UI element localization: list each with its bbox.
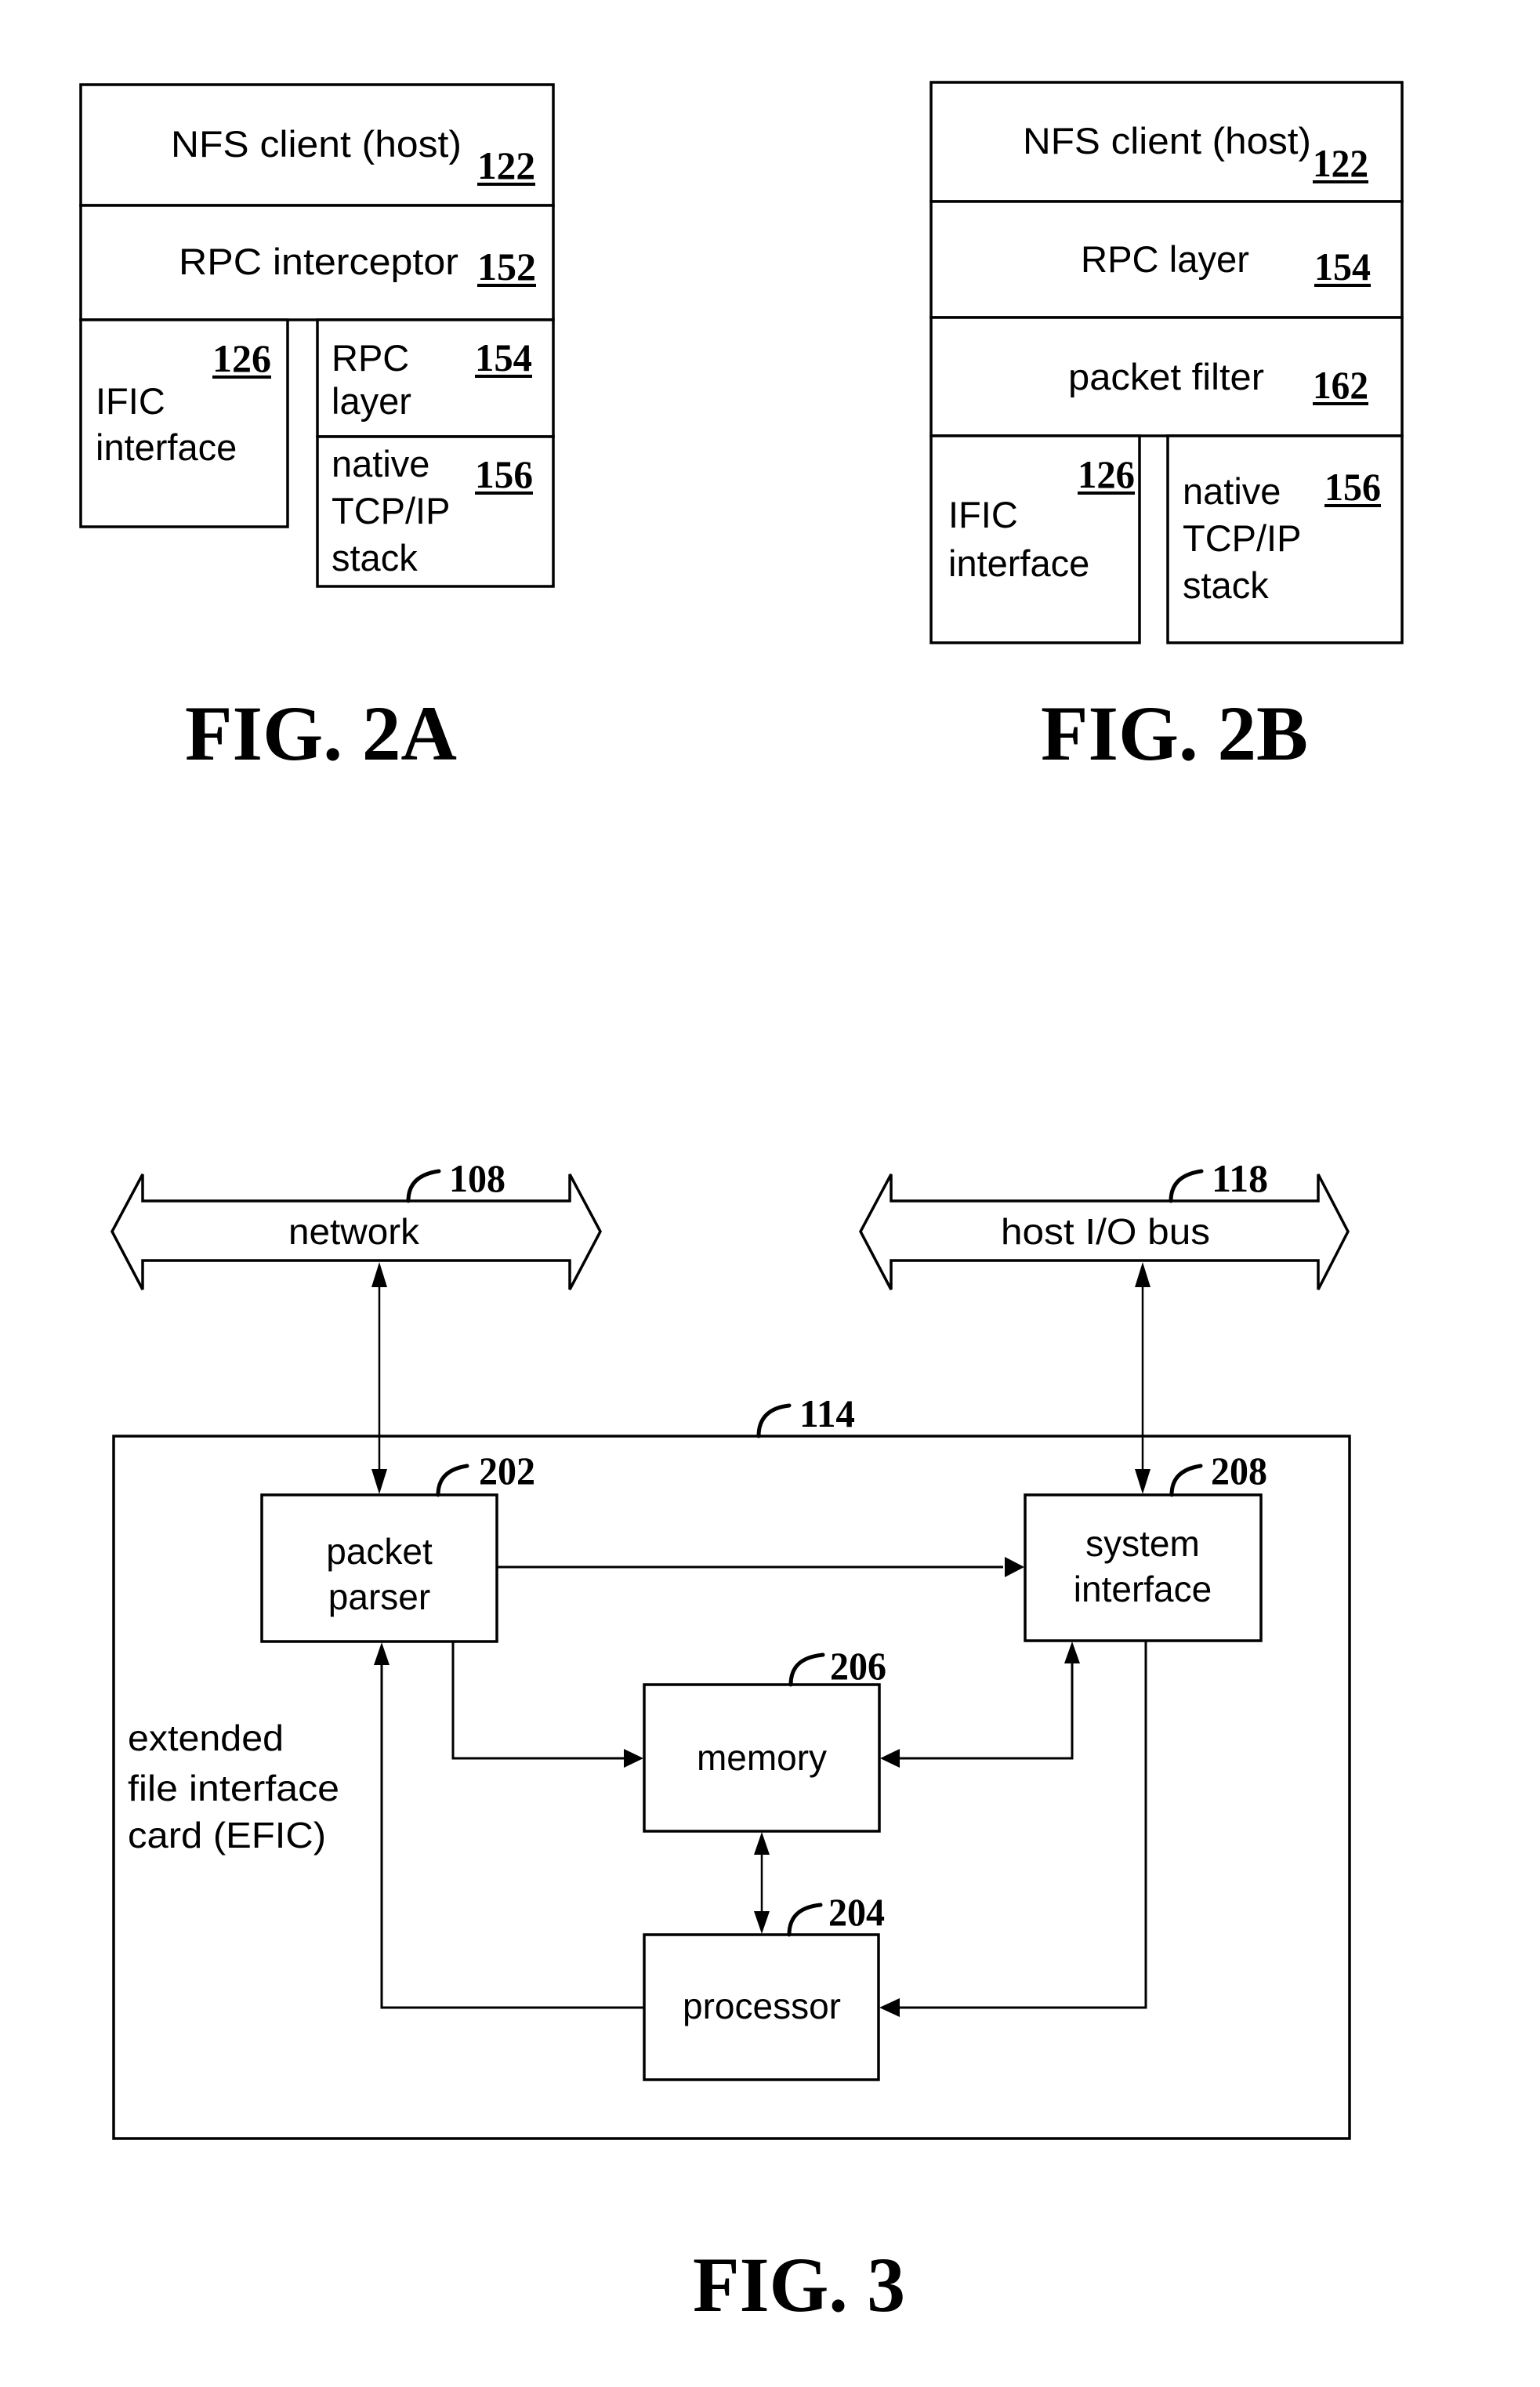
patent-drawing-sheet: NFS client (host) 122 RPC interceptor 15… [79, 81, 1404, 2328]
fig2a-ref-154: 154 [475, 336, 532, 379]
ref-208: 208 [1211, 1449, 1267, 1493]
processor-label: processor [683, 1986, 841, 2026]
fig2b-ref-162: 162 [1313, 363, 1368, 407]
system-interface-label-line2: interface [1074, 1569, 1212, 1609]
fig2b-native-line1: native [1183, 470, 1281, 512]
fig2b-caption: FIG. 2B [1041, 690, 1308, 777]
ref-118-leader-curve [1169, 1169, 1204, 1203]
fig2b-ific-label-line2: interface [948, 542, 1089, 584]
packet-parser-label-line2: parser [328, 1576, 430, 1617]
fig2b-ref-154: 154 [1314, 245, 1371, 288]
fig2a-rpc-layer-line1: RPC [332, 337, 409, 379]
fig3-caption: FIG. 3 [693, 2241, 905, 2328]
fig2b-ific-label-line1: IFIC [948, 494, 1018, 535]
fig2a-ific-label-line1: IFIC [96, 380, 165, 422]
ref-114-leader-curve [756, 1403, 792, 1438]
fig-2b: NFS client (host) 122 RPC layer 154 pack… [929, 81, 1404, 777]
fig2a-rpc-layer-line2: layer [332, 380, 411, 422]
system-interface-box [1024, 1493, 1263, 1642]
ref-204: 204 [828, 1890, 885, 1934]
fig-3: network 108 host I/O bus 118 114 extende… [111, 1156, 1351, 2328]
host-io-bus-label: host I/O bus [1001, 1211, 1210, 1252]
ref-114: 114 [799, 1391, 855, 1435]
fig2a-ref-156: 156 [475, 452, 533, 496]
packet-parser-label-line1: packet [326, 1531, 433, 1572]
fig2a-caption: FIG. 2A [185, 690, 457, 777]
fig2b-native-line3: stack [1183, 564, 1269, 606]
fig2b-ref-156: 156 [1324, 465, 1381, 509]
fig2b-nfs-client-label: NFS client (host) [1023, 120, 1311, 161]
fig2b-rpc-layer-label: RPC layer [1081, 238, 1249, 280]
efic-label-line3: card (EFIC) [128, 1815, 326, 1856]
fig2b-ref-126: 126 [1078, 452, 1135, 496]
ref-108: 108 [449, 1156, 505, 1200]
fig2b-packet-filter-label: packet filter [1068, 356, 1264, 397]
ref-206: 206 [830, 1644, 886, 1688]
ref-118: 118 [1212, 1156, 1268, 1200]
fig2a-nfs-client-label: NFS client (host) [171, 123, 462, 165]
fig2a-ref-126: 126 [212, 336, 271, 380]
system-interface-label-line1: system [1085, 1523, 1200, 1564]
fig2a-ref-122: 122 [477, 143, 535, 187]
fig2b-ref-122: 122 [1313, 141, 1368, 185]
efic-label-line2: file interface [128, 1768, 339, 1808]
arrowhead-up-icon [1135, 1262, 1150, 1287]
fig2a-rpc-interceptor-label: RPC interceptor [179, 241, 458, 282]
fig2a-native-line1: native [332, 443, 429, 484]
arrowhead-up-icon [371, 1262, 387, 1287]
memory-label: memory [697, 1737, 827, 1778]
ref-202: 202 [479, 1449, 535, 1493]
fig2a-native-line3: stack [332, 537, 418, 579]
fig-2a: NFS client (host) 122 RPC interceptor 15… [79, 83, 555, 777]
efic-label-line1: extended [128, 1718, 284, 1758]
fig2a-native-line2: TCP/IP [332, 490, 450, 531]
ref-108-leader-curve [406, 1169, 441, 1203]
fig2a-ific-label-line2: interface [96, 426, 237, 468]
fig2b-native-line2: TCP/IP [1183, 517, 1301, 559]
network-label: network [288, 1211, 420, 1252]
fig2a-ref-152: 152 [477, 245, 536, 288]
